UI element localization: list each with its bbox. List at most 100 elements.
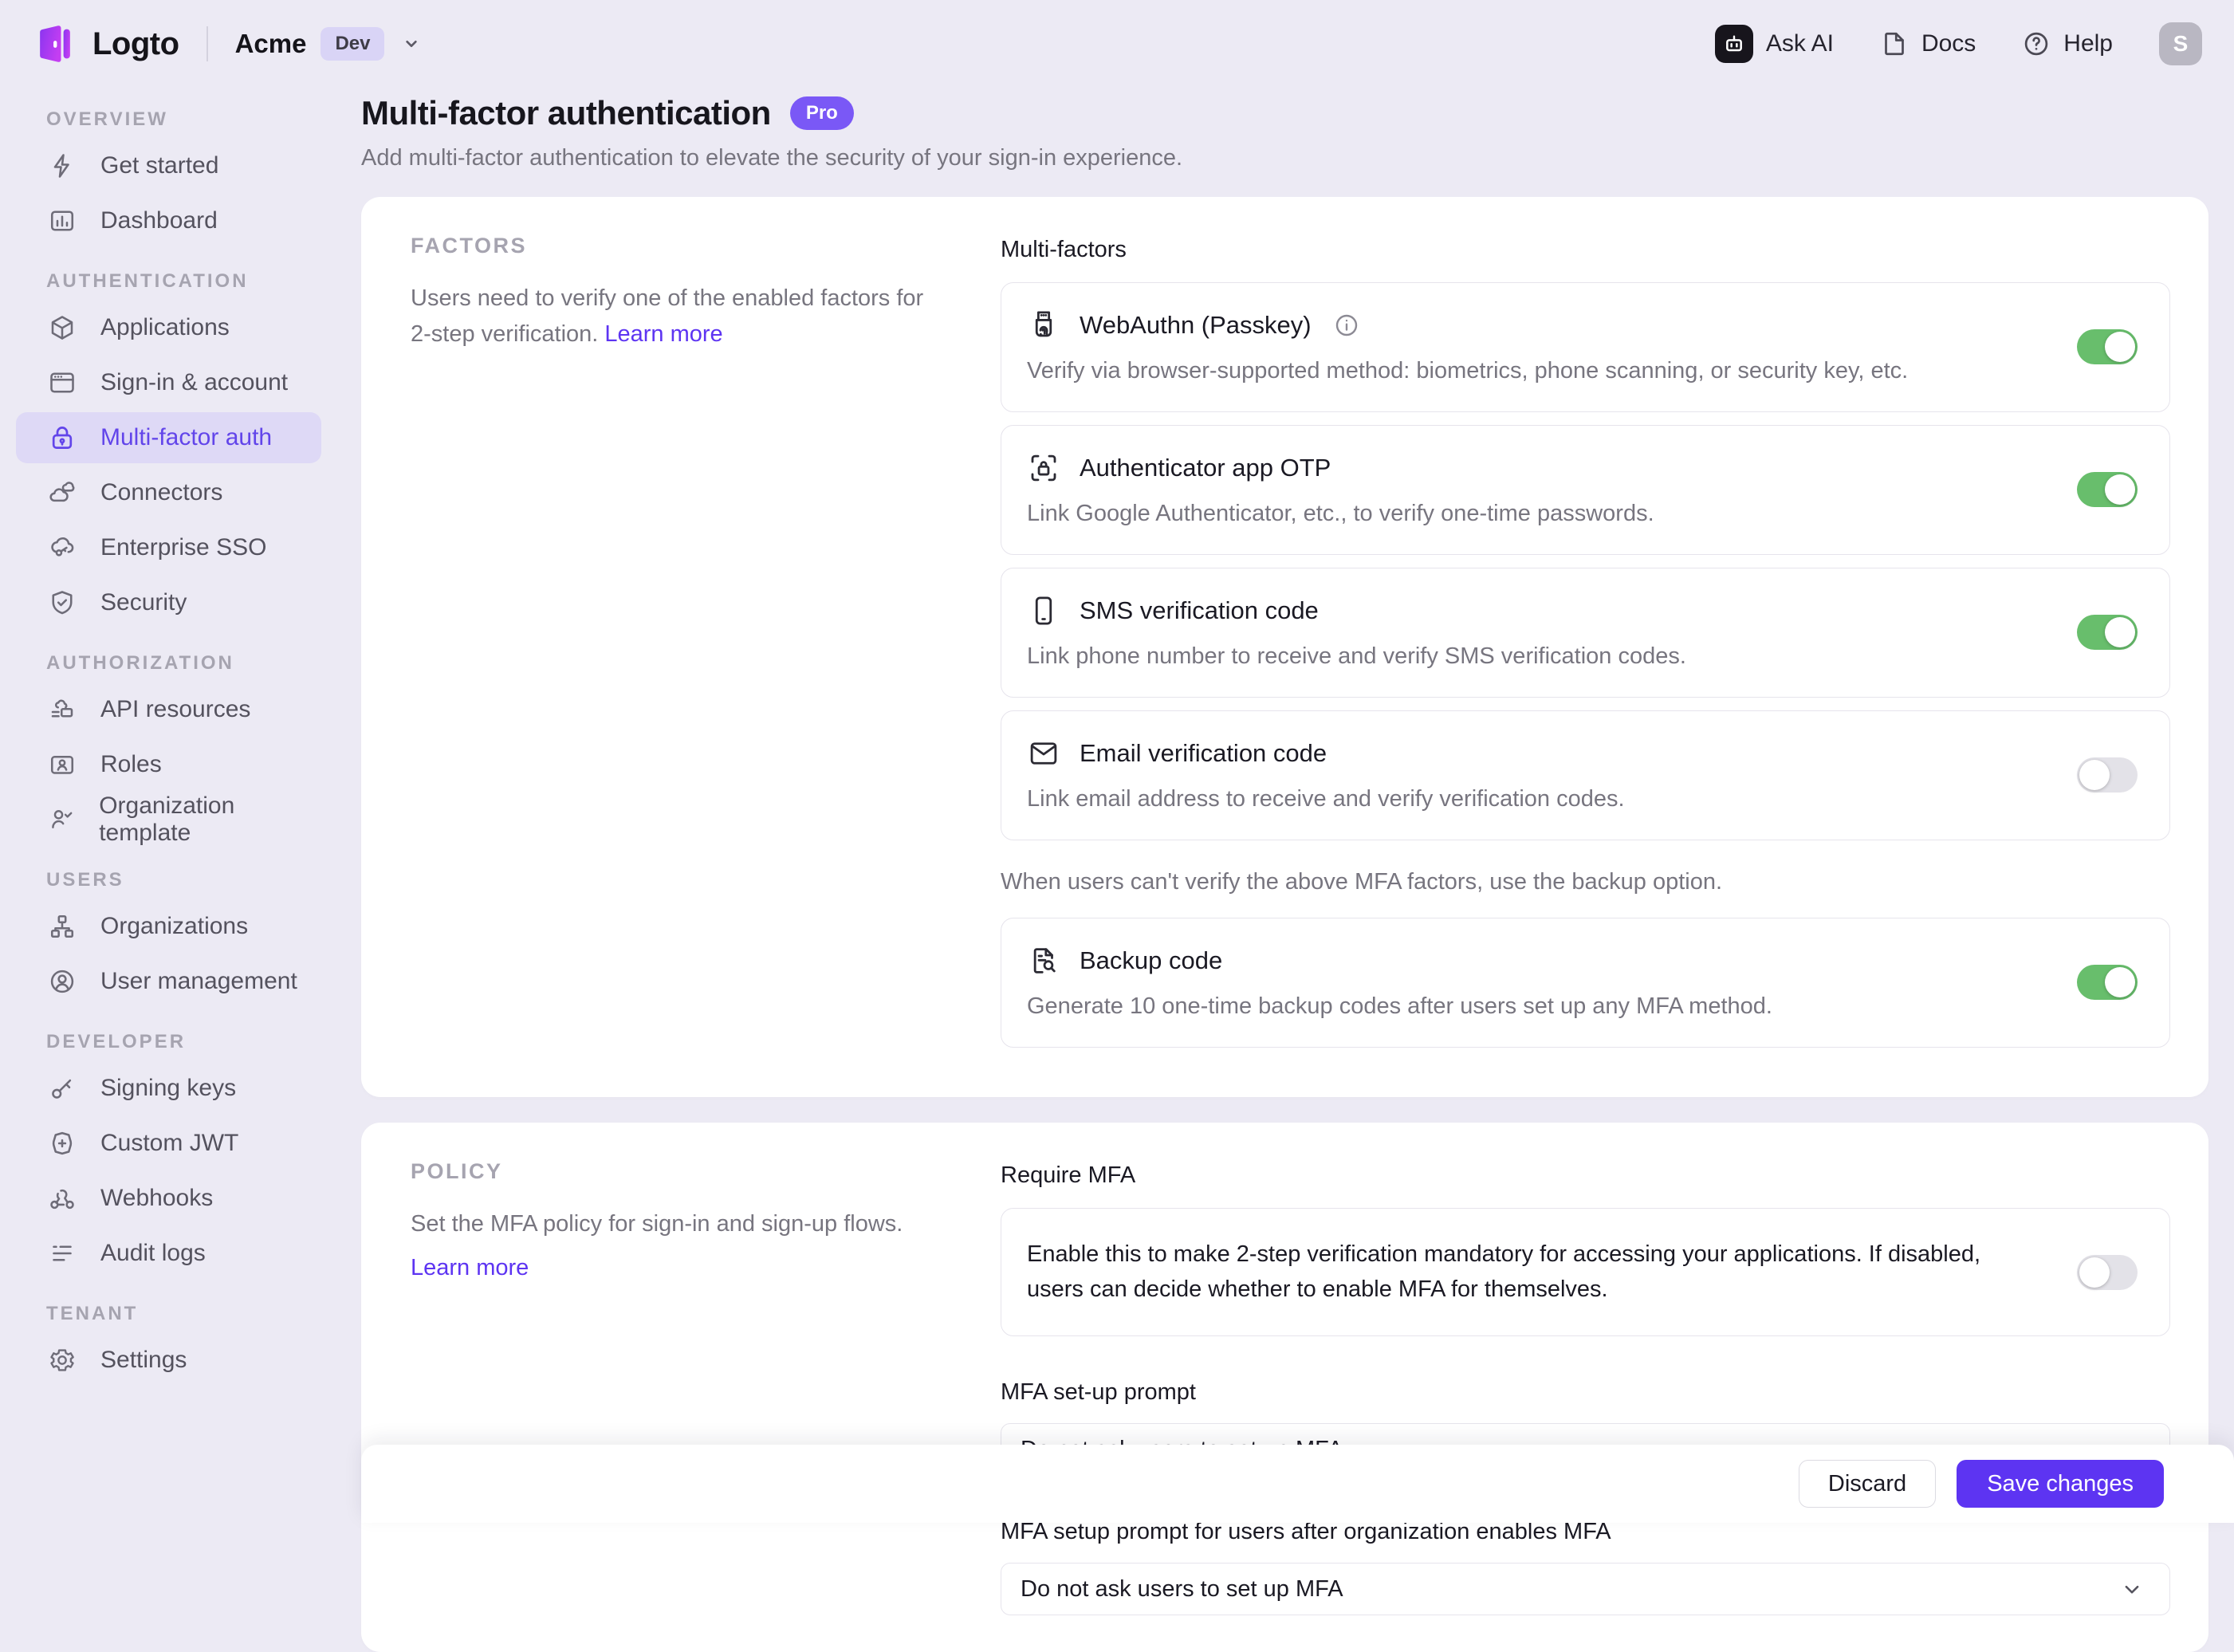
- policy-section-description: Set the MFA policy for sign-in and sign-…: [411, 1206, 933, 1286]
- divider: [206, 26, 208, 61]
- require-mfa-label: Require MFA: [1001, 1162, 2170, 1189]
- webauthn-toggle[interactable]: [2077, 329, 2138, 364]
- sidebar-item-custom-jwt[interactable]: Custom JWT: [16, 1118, 321, 1169]
- sidebar-section-users: USERS: [46, 869, 361, 891]
- factor-row-email: Email verification code Link email addre…: [1001, 710, 2170, 840]
- lock-icon: [48, 423, 77, 452]
- factors-section-description: Users need to verify one of the enabled …: [411, 281, 933, 352]
- discard-button[interactable]: Discard: [1799, 1460, 1936, 1508]
- sidebar-section-authentication: AUTHENTICATION: [46, 270, 361, 293]
- sidebar-item-label: Sign-in & account: [100, 369, 288, 396]
- info-icon[interactable]: [1334, 313, 1359, 338]
- sidebar-item-get-started[interactable]: Get started: [16, 140, 321, 191]
- sidebar: OVERVIEW Get started Dashboard AUTHENTIC…: [0, 88, 361, 1390]
- webhook-icon: [48, 1184, 77, 1213]
- sidebar-item-security[interactable]: Security: [16, 577, 321, 628]
- org-mfa-setup-prompt-value: Do not ask users to set up MFA: [1021, 1576, 1343, 1603]
- ask-ai-icon: [1715, 25, 1753, 63]
- factor-title: SMS verification code: [1080, 596, 1319, 625]
- cloud-key-icon: [48, 533, 77, 562]
- sidebar-item-label: Get started: [100, 152, 218, 179]
- policy-description-text: Set the MFA policy for sign-in and sign-…: [411, 1211, 903, 1237]
- sidebar-item-label: User management: [100, 968, 297, 995]
- sidebar-item-label: Enterprise SSO: [100, 534, 266, 561]
- sidebar-item-label: Multi-factor auth: [100, 424, 272, 451]
- sidebar-item-label: Settings: [100, 1347, 187, 1374]
- sidebar-item-organizations[interactable]: Organizations: [16, 901, 321, 952]
- factors-learn-more-link[interactable]: Learn more: [604, 321, 722, 347]
- backup-code-icon: [1027, 944, 1060, 977]
- phone-icon: [1027, 594, 1060, 627]
- sidebar-item-webhooks[interactable]: Webhooks: [16, 1173, 321, 1224]
- sidebar-item-label: Connectors: [100, 479, 222, 506]
- docs-button[interactable]: Docs: [1880, 30, 1976, 58]
- sidebar-item-connectors[interactable]: Connectors: [16, 467, 321, 518]
- factor-title: WebAuthn (Passkey): [1080, 311, 1312, 340]
- sidebar-item-api-resources[interactable]: API resources: [16, 684, 321, 735]
- action-bar: Discard Save changes: [361, 1445, 2234, 1523]
- sidebar-section-tenant: TENANT: [46, 1303, 361, 1325]
- main-content: Multi-factor authentication Pro Add mult…: [361, 88, 2234, 1652]
- sidebar-section-authorization: AUTHORIZATION: [46, 652, 361, 675]
- factor-description: Link email address to receive and verify…: [1027, 786, 2029, 812]
- save-changes-button[interactable]: Save changes: [1957, 1460, 2164, 1508]
- page-subtitle: Add multi-factor authentication to eleva…: [361, 145, 2208, 171]
- logto-logo-icon: [32, 21, 78, 67]
- backup-code-toggle[interactable]: [2077, 965, 2138, 1000]
- sidebar-item-dashboard[interactable]: Dashboard: [16, 195, 321, 246]
- lightning-icon: [48, 151, 77, 180]
- email-toggle[interactable]: [2077, 757, 2138, 793]
- sidebar-item-multi-factor-auth[interactable]: Multi-factor auth: [16, 412, 321, 463]
- factor-title: Email verification code: [1080, 739, 1327, 768]
- sidebar-item-label: Webhooks: [100, 1185, 213, 1212]
- factor-row-sms: SMS verification code Link phone number …: [1001, 568, 2170, 698]
- avatar[interactable]: S: [2159, 22, 2202, 65]
- sidebar-item-roles[interactable]: Roles: [16, 739, 321, 790]
- ask-ai-button[interactable]: Ask AI: [1715, 25, 1834, 63]
- sidebar-section-developer: DEVELOPER: [46, 1031, 361, 1053]
- chevron-down-icon: [399, 31, 424, 57]
- authenticator-otp-icon: [1027, 451, 1060, 485]
- api-resources-icon: [48, 695, 77, 724]
- help-button[interactable]: Help: [2022, 30, 2113, 58]
- sidebar-item-label: Applications: [100, 314, 230, 341]
- org-tree-icon: [48, 912, 77, 941]
- list-icon: [48, 1239, 77, 1268]
- factors-card: FACTORS Users need to verify one of the …: [361, 197, 2208, 1097]
- logto-brand[interactable]: Logto: [32, 21, 179, 67]
- browser-icon: [48, 368, 77, 397]
- ask-ai-label: Ask AI: [1766, 30, 1834, 57]
- sidebar-item-user-management[interactable]: User management: [16, 956, 321, 1007]
- connectors-icon: [48, 478, 77, 507]
- factors-section-label: FACTORS: [411, 234, 937, 258]
- sidebar-item-audit-logs[interactable]: Audit logs: [16, 1228, 321, 1279]
- sms-toggle[interactable]: [2077, 615, 2138, 650]
- sidebar-item-label: Dashboard: [100, 207, 218, 234]
- sidebar-item-label: Organization template: [99, 793, 321, 847]
- require-mfa-toggle[interactable]: [2077, 1255, 2138, 1290]
- sidebar-item-applications[interactable]: Applications: [16, 302, 321, 353]
- sidebar-item-sign-in-account[interactable]: Sign-in & account: [16, 357, 321, 408]
- require-mfa-row: Enable this to make 2-step verification …: [1001, 1208, 2170, 1336]
- docs-icon: [1880, 30, 1909, 58]
- policy-card: POLICY Set the MFA policy for sign-in an…: [361, 1123, 2208, 1652]
- topbar: Logto Acme Dev Ask AI Docs He: [0, 0, 2234, 88]
- multi-factors-label: Multi-factors: [1001, 237, 2170, 263]
- org-mfa-setup-prompt-select[interactable]: Do not ask users to set up MFA: [1001, 1563, 2170, 1615]
- sidebar-item-signing-keys[interactable]: Signing keys: [16, 1063, 321, 1114]
- factor-title: Backup code: [1080, 946, 1222, 975]
- sidebar-item-label: Organizations: [100, 913, 248, 940]
- mfa-setup-prompt-label: MFA set-up prompt: [1001, 1379, 2170, 1406]
- person-check-icon: [48, 805, 75, 834]
- factor-title: Authenticator app OTP: [1080, 454, 1331, 482]
- policy-learn-more-link[interactable]: Learn more: [411, 1250, 933, 1286]
- sidebar-item-settings[interactable]: Settings: [16, 1335, 321, 1386]
- pro-badge: Pro: [790, 96, 854, 130]
- tenant-selector[interactable]: Acme Dev: [235, 27, 425, 61]
- sidebar-item-organization-template[interactable]: Organization template: [16, 794, 321, 845]
- key-icon: [48, 1074, 77, 1103]
- cube-icon: [48, 313, 77, 342]
- factor-description: Link phone number to receive and verify …: [1027, 643, 2029, 670]
- authenticator-otp-toggle[interactable]: [2077, 472, 2138, 507]
- sidebar-item-enterprise-sso[interactable]: Enterprise SSO: [16, 522, 321, 573]
